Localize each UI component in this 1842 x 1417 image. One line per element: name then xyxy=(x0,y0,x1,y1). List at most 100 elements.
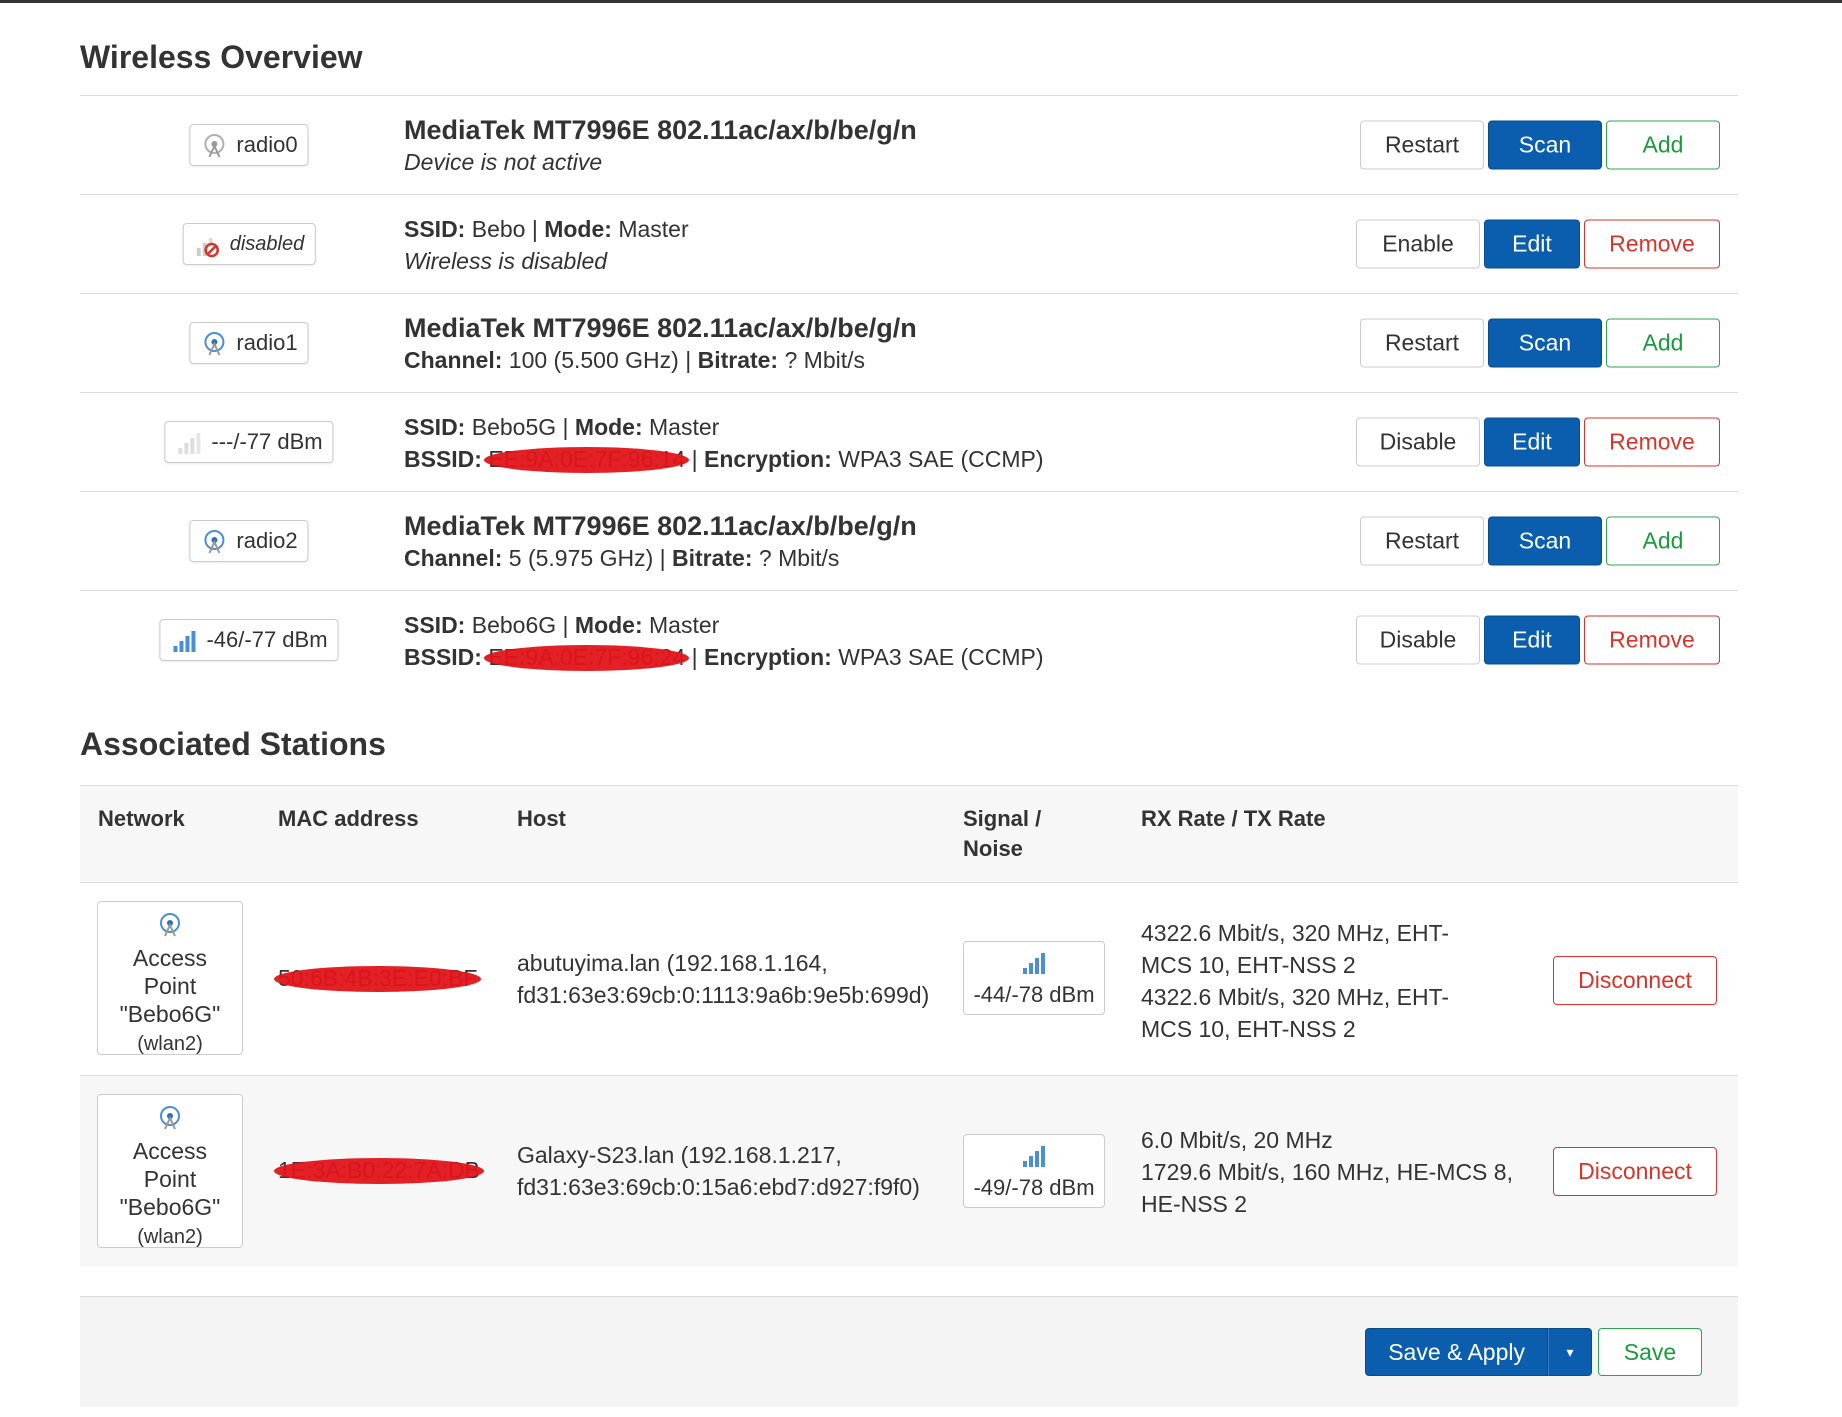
radio0-badge-label: radio0 xyxy=(236,132,298,157)
host-cell: Galaxy-S23.lan (192.168.1.217, fd31:63e3… xyxy=(517,1139,920,1203)
ssid-label: SSID: xyxy=(404,216,466,242)
radio2-badge-label: radio2 xyxy=(236,528,298,553)
mode-value: Master xyxy=(649,414,720,440)
scan-button[interactable]: Scan xyxy=(1488,120,1602,170)
bssid-label: BSSID: xyxy=(404,644,482,670)
bssid-value-redacted: EE:9A:0E:7F:96:24 xyxy=(484,641,690,673)
radio2-badge: radio2 xyxy=(189,520,309,562)
host-cell: abutuyima.lan (192.168.1.164, fd31:63e3:… xyxy=(517,947,929,1011)
network-bebo-status: Wireless is disabled xyxy=(404,248,608,274)
disconnect-button[interactable]: Disconnect xyxy=(1553,1147,1717,1196)
radio1-badge: radio1 xyxy=(189,322,309,364)
disable-button[interactable]: Disable xyxy=(1356,615,1480,665)
network-bebo6g-description: SSID: Bebo6G | Mode: Master BSSID: EE:9A… xyxy=(404,609,1044,673)
signal-strength-icon xyxy=(1023,953,1045,974)
col-host: Host xyxy=(517,806,566,831)
mode-value: Master xyxy=(649,612,720,638)
ssid-label: SSID: xyxy=(404,612,466,638)
channel-label: Channel: xyxy=(404,545,503,571)
bitrate-value: ? Mbit/s xyxy=(758,545,840,571)
disable-button[interactable]: Disable xyxy=(1356,417,1480,467)
save-button[interactable]: Save xyxy=(1598,1328,1702,1376)
save-apply-button[interactable]: Save & Apply xyxy=(1365,1328,1548,1376)
rate-cell: 4322.6 Mbit/s, 320 MHz, EHT- MCS 10, EHT… xyxy=(1141,917,1449,1045)
stations-table-header: Network MAC address Host Signal / Noise R… xyxy=(80,786,1738,883)
signal-none-icon xyxy=(178,433,201,454)
network-interface: (wlan2) xyxy=(137,1033,203,1055)
remove-button[interactable]: Remove xyxy=(1584,615,1720,665)
signal-strength-icon xyxy=(173,631,196,652)
signal-badge: -46/-77 dBm xyxy=(159,619,339,661)
network-mode-line2: Point xyxy=(143,1166,197,1192)
restart-button[interactable]: Restart xyxy=(1360,516,1484,566)
channel-value: 100 (5.500 GHz) xyxy=(508,347,679,373)
rx-rate-line2: MCS 10, EHT-NSS 2 xyxy=(1141,952,1356,978)
col-signal-label: Signal / xyxy=(963,806,1042,831)
bssid-label: BSSID: xyxy=(404,446,482,472)
network-ssid: "Bebo6G" xyxy=(119,1194,221,1220)
encryption-value: WPA3 SAE (CCMP) xyxy=(838,446,1044,472)
save-apply-dropdown-caret[interactable]: ▾ xyxy=(1548,1328,1592,1376)
add-button[interactable]: Add xyxy=(1606,318,1720,368)
edit-button[interactable]: Edit xyxy=(1484,219,1580,269)
channel-value: 5 (5.975 GHz) xyxy=(508,545,654,571)
col-signal-noise: Signal / Noise xyxy=(963,804,1041,864)
signal-disabled-icon xyxy=(196,238,219,258)
remove-button[interactable]: Remove xyxy=(1584,417,1720,467)
signal-badge-label: -46/-77 dBm xyxy=(206,627,328,652)
encryption-value: WPA3 SAE (CCMP) xyxy=(838,644,1044,670)
radio0-status: Device is not active xyxy=(404,149,603,175)
add-button[interactable]: Add xyxy=(1606,120,1720,170)
host-ipv6: fd31:63e3:69cb:0:1113:9a6b:9e5b:699d) xyxy=(517,982,930,1008)
edit-button[interactable]: Edit xyxy=(1484,615,1580,665)
channel-label: Channel: xyxy=(404,347,503,373)
scan-button[interactable]: Scan xyxy=(1488,318,1602,368)
disconnect-button[interactable]: Disconnect xyxy=(1553,956,1717,1005)
encryption-label: Encryption: xyxy=(704,644,832,670)
radio1-actions: Restart Scan Add xyxy=(1360,318,1720,368)
remove-button[interactable]: Remove xyxy=(1584,219,1720,269)
add-button[interactable]: Add xyxy=(1606,516,1720,566)
disabled-badge: disabled xyxy=(182,223,316,265)
station-row: Access Point "Bebo6G" (wlan2) 1E:3A:B0:2… xyxy=(80,1076,1738,1266)
wireless-overview-title: Wireless Overview xyxy=(80,39,363,75)
bitrate-label: Bitrate: xyxy=(672,545,753,571)
signal-strength-icon xyxy=(1023,1146,1045,1167)
network-bebo5g-info: SSID: Bebo5G | Mode: Master xyxy=(404,414,720,440)
scan-button[interactable]: Scan xyxy=(1488,516,1602,566)
restart-button[interactable]: Restart xyxy=(1360,318,1484,368)
mac-address-cell: 50:6B:4B:3E:E0:BF xyxy=(273,962,482,994)
mac-address-redacted: 50:6B:4B:3E:E0:BF xyxy=(273,962,482,994)
network-mode-line1: Access xyxy=(132,945,208,971)
radio2-device-name: MediaTek MT7996E 802.11ac/ax/b/be/g/n xyxy=(404,511,917,541)
restart-button[interactable]: Restart xyxy=(1360,120,1484,170)
save-apply-split-button: Save & Apply ▾ xyxy=(1365,1328,1592,1376)
network-bebo5g-actions: Disable Edit Remove xyxy=(1356,417,1720,467)
network-bebo-actions: Enable Edit Remove xyxy=(1356,219,1720,269)
mode-label: Mode: xyxy=(574,414,643,440)
host-name: abutuyima.lan (192.168.1.164, xyxy=(517,950,828,976)
network-bebo-description: SSID: Bebo | Mode: Master Wireless is di… xyxy=(404,213,689,277)
radio2-row: radio2 MediaTek MT7996E 802.11ac/ax/b/be… xyxy=(80,492,1738,591)
network-mode-line2: Point xyxy=(143,973,197,999)
rx-rate-line1: 6.0 Mbit/s, 20 MHz xyxy=(1141,1127,1333,1153)
ssid-value: Bebo6G xyxy=(471,612,557,638)
mode-value: Master xyxy=(618,216,689,242)
rx-rate-line1: 4322.6 Mbit/s, 320 MHz, EHT- xyxy=(1141,920,1450,946)
radio0-row: radio0 MediaTek MT7996E 802.11ac/ax/b/be… xyxy=(80,96,1738,195)
host-name: Galaxy-S23.lan (192.168.1.217, xyxy=(517,1142,842,1168)
network-ssid: "Bebo6G" xyxy=(119,1001,221,1027)
tx-rate-line1: 1729.6 Mbit/s, 160 MHz, HE-MCS 8, xyxy=(1141,1159,1513,1185)
radio1-row: radio1 MediaTek MT7996E 802.11ac/ax/b/be… xyxy=(80,294,1738,393)
enable-button[interactable]: Enable xyxy=(1356,219,1480,269)
ssid-label: SSID: xyxy=(404,414,466,440)
signal-noise-badge: -44/-78 dBm xyxy=(963,941,1105,1015)
edit-button[interactable]: Edit xyxy=(1484,417,1580,467)
radio0-actions: Restart Scan Add xyxy=(1360,120,1720,170)
col-network: Network xyxy=(98,806,185,831)
ssid-value: Bebo xyxy=(471,216,526,242)
radio1-device-name: MediaTek MT7996E 802.11ac/ax/b/be/g/n xyxy=(404,313,917,343)
mode-label: Mode: xyxy=(574,612,643,638)
bitrate-label: Bitrate: xyxy=(697,347,779,373)
radio2-actions: Restart Scan Add xyxy=(1360,516,1720,566)
